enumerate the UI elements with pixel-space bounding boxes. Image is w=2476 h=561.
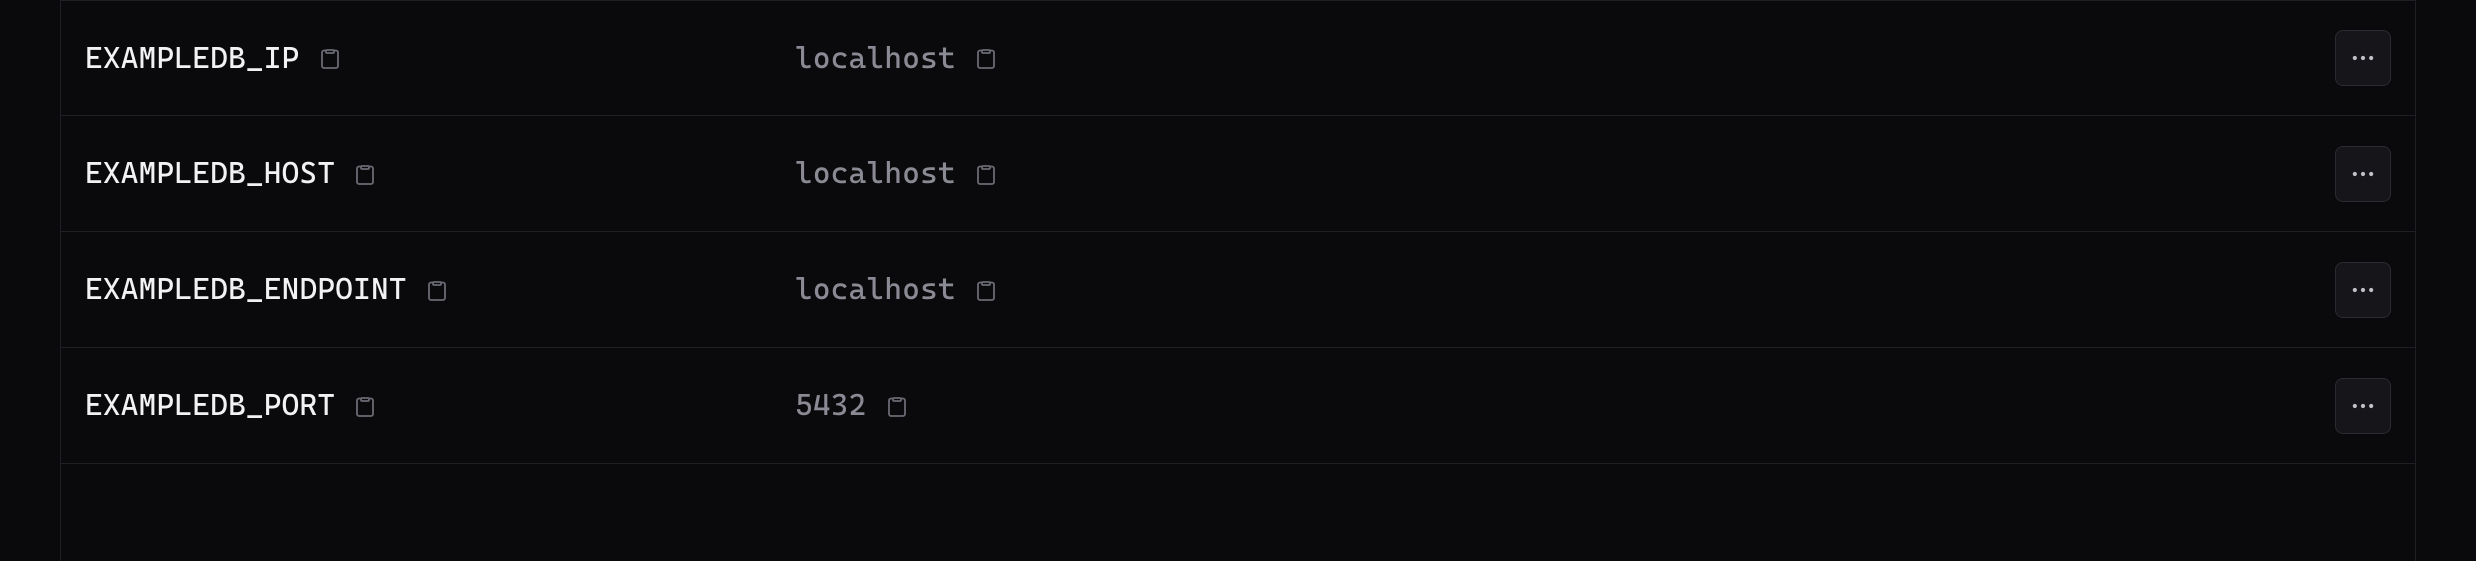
clipboard-icon bbox=[974, 46, 998, 70]
env-var-key-cell: EXAMPLEDB_IP bbox=[85, 41, 795, 76]
clipboard-icon bbox=[353, 162, 377, 186]
table-row: EXAMPLEDB_PORT 5432 bbox=[61, 348, 2415, 464]
copy-value-button[interactable] bbox=[881, 390, 913, 422]
table-row: EXAMPLEDB_HOST localhost bbox=[61, 116, 2415, 232]
env-var-value-cell: 5432 bbox=[795, 388, 2335, 423]
row-actions bbox=[2335, 146, 2391, 202]
more-horizontal-icon bbox=[2349, 276, 2377, 304]
more-horizontal-icon bbox=[2349, 44, 2377, 72]
env-vars-table: EXAMPLEDB_IP localhost bbox=[60, 0, 2416, 561]
row-actions bbox=[2335, 262, 2391, 318]
table-row: EXAMPLEDB_IP localhost bbox=[61, 0, 2415, 116]
env-var-value: 5432 bbox=[795, 388, 867, 423]
more-actions-button[interactable] bbox=[2335, 146, 2391, 202]
table-row: EXAMPLEDB_ENDPOINT localhost bbox=[61, 232, 2415, 348]
env-var-key: EXAMPLEDB_ENDPOINT bbox=[85, 272, 407, 307]
copy-value-button[interactable] bbox=[970, 274, 1002, 306]
copy-value-button[interactable] bbox=[970, 42, 1002, 74]
copy-key-button[interactable] bbox=[349, 390, 381, 422]
clipboard-icon bbox=[885, 394, 909, 418]
env-var-key: EXAMPLEDB_PORT bbox=[85, 388, 335, 423]
env-var-key-cell: EXAMPLEDB_PORT bbox=[85, 388, 795, 423]
copy-value-button[interactable] bbox=[970, 158, 1002, 190]
copy-key-button[interactable] bbox=[349, 158, 381, 190]
env-var-value-cell: localhost bbox=[795, 272, 2335, 307]
env-var-key: EXAMPLEDB_HOST bbox=[85, 156, 335, 191]
row-actions bbox=[2335, 378, 2391, 434]
env-var-value-cell: localhost bbox=[795, 41, 2335, 76]
env-var-value-cell: localhost bbox=[795, 156, 2335, 191]
env-var-key: EXAMPLEDB_IP bbox=[85, 41, 300, 76]
env-var-value: localhost bbox=[795, 156, 956, 191]
copy-key-button[interactable] bbox=[421, 274, 453, 306]
clipboard-icon bbox=[318, 46, 342, 70]
clipboard-icon bbox=[425, 278, 449, 302]
env-var-value: localhost bbox=[795, 272, 956, 307]
copy-key-button[interactable] bbox=[314, 42, 346, 74]
more-actions-button[interactable] bbox=[2335, 30, 2391, 86]
env-var-value: localhost bbox=[795, 41, 956, 76]
env-var-key-cell: EXAMPLEDB_ENDPOINT bbox=[85, 272, 795, 307]
clipboard-icon bbox=[974, 278, 998, 302]
env-var-key-cell: EXAMPLEDB_HOST bbox=[85, 156, 795, 191]
clipboard-icon bbox=[353, 394, 377, 418]
more-horizontal-icon bbox=[2349, 160, 2377, 188]
row-actions bbox=[2335, 30, 2391, 86]
more-horizontal-icon bbox=[2349, 392, 2377, 420]
clipboard-icon bbox=[974, 162, 998, 186]
more-actions-button[interactable] bbox=[2335, 262, 2391, 318]
more-actions-button[interactable] bbox=[2335, 378, 2391, 434]
